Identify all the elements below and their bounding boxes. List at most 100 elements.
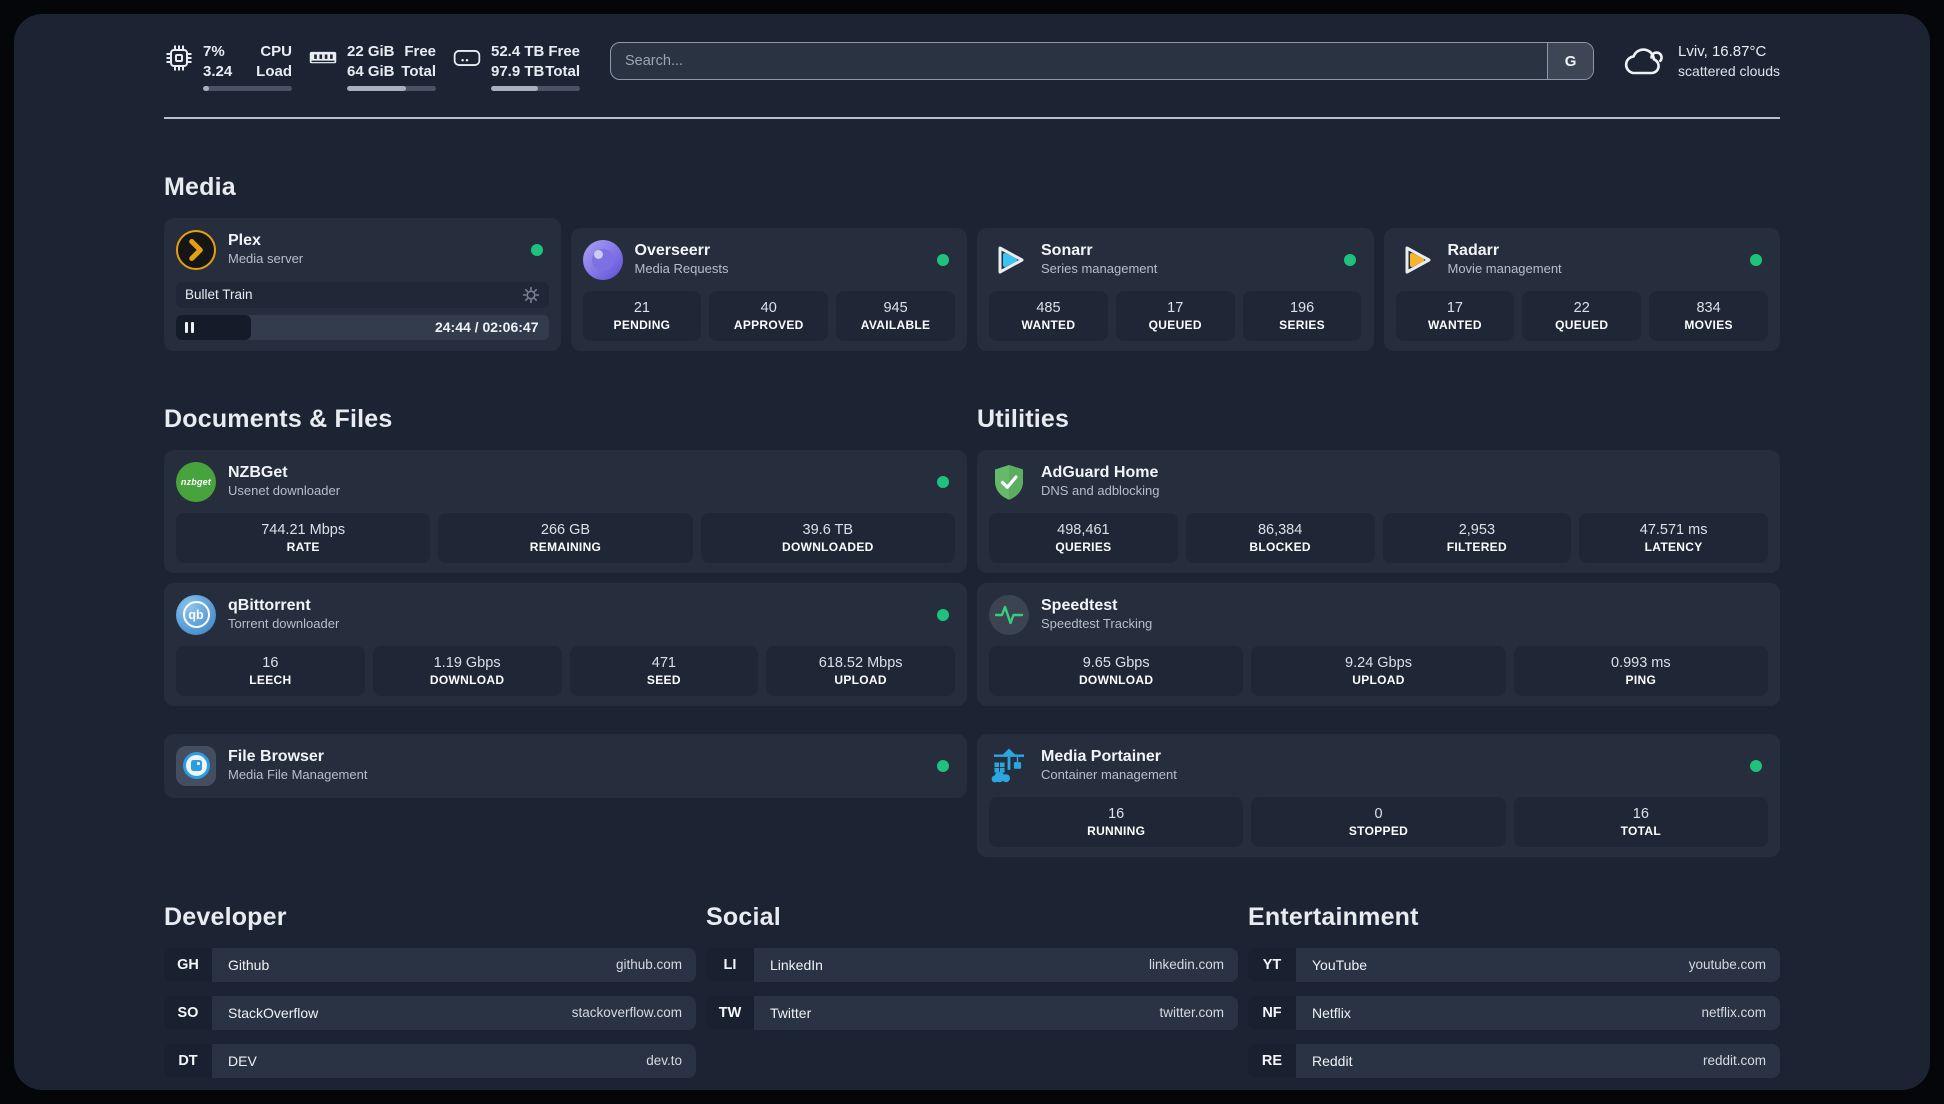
bookmark-twitter[interactable]: TW Twitter twitter.com <box>706 995 1238 1030</box>
bookmark-netflix[interactable]: NF Netflix netflix.com <box>1248 995 1780 1030</box>
speedtest-stats: 9.65 Gbps DOWNLOAD 9.24 Gbps UPLOAD 0.99… <box>989 645 1768 696</box>
status-dot <box>937 475 949 488</box>
bookmark-abbr: YT <box>1248 947 1296 982</box>
bookmark-abbr: SO <box>164 995 212 1030</box>
speedtest-card: Speedtest Speedtest Tracking 9.65 Gbps D… <box>977 582 1780 706</box>
bookmark-name: Reddit <box>1312 1052 1353 1069</box>
app-name: Radarr <box>1447 242 1500 260</box>
stat-label: REMAINING <box>529 539 602 554</box>
sonarr-icon <box>989 240 1029 280</box>
radarr-card: Radarr Movie management 17 WANTED 22 QUE… <box>1383 227 1780 351</box>
weather-widget: Lviv, 16.87°C scattered clouds <box>1620 42 1780 81</box>
stat-box: 9.24 Gbps UPLOAD <box>1251 645 1506 696</box>
plex-card: Plex Media server Bullet Train 24:44 / 0… <box>164 217 561 351</box>
stat-value: 16 <box>1108 805 1125 822</box>
bookmark-youtube[interactable]: YT YouTube youtube.com <box>1248 947 1780 982</box>
disk-label-bottom: Total <box>545 62 580 80</box>
filebrowser-app-link[interactable]: File Browser Media File Management <box>176 742 955 790</box>
overseerr-app-link[interactable]: Overseerr Media Requests <box>582 236 956 284</box>
gear-icon[interactable] <box>522 286 540 304</box>
stat-value: 618.52 Mbps <box>818 654 903 671</box>
radarr-app-link[interactable]: Radarr Movie management <box>1396 236 1769 284</box>
screenshot-frame: 7% 3.24 CPU Load 22 GiB 64 GiB Free Tota… <box>0 0 1944 1104</box>
stat-label: TOTAL <box>1620 823 1662 838</box>
section-title-entertainment: Entertainment <box>1248 902 1419 931</box>
overseerr-icon <box>582 239 623 280</box>
middle-columns: Documents & Files nzbget NZBGet Usenet d… <box>164 351 1780 857</box>
disk-progress-fill <box>491 85 539 91</box>
stat-value: 9.65 Gbps <box>1082 654 1150 671</box>
qbittorrent-stats: 16 LEECH 1.19 Gbps DOWNLOAD 471 SEED 618… <box>176 645 955 696</box>
bookmark-reddit[interactable]: RE Reddit reddit.com <box>1248 1043 1780 1078</box>
stat-value: 39.6 TB <box>802 521 854 538</box>
stat-label: WANTED <box>1021 317 1076 332</box>
bookmark-github[interactable]: GH Github github.com <box>164 947 696 982</box>
media-grid: Plex Media server Bullet Train 24:44 / 0… <box>164 217 1780 351</box>
cpu-icon <box>164 43 194 73</box>
bookmark-linkedin[interactable]: LI LinkedIn linkedin.com <box>706 947 1238 982</box>
stat-box: 0 STOPPED <box>1251 796 1506 847</box>
sonarr-app-link[interactable]: Sonarr Series management <box>989 236 1362 284</box>
stat-value: 471 <box>651 654 676 671</box>
stat-label: RATE <box>286 539 320 554</box>
stat-label: DOWNLOADED <box>781 539 874 554</box>
bookmark-dev[interactable]: DT DEV dev.to <box>164 1043 696 1078</box>
disk-total-value: 97.9 TB <box>491 62 545 80</box>
bookmark-name: YouTube <box>1312 956 1368 973</box>
app-name: Overseerr <box>634 242 711 260</box>
stat-box: 266 GB REMAINING <box>438 512 693 563</box>
bookmark-url: netflix.com <box>1701 1005 1766 1021</box>
bookmark-stackoverflow[interactable]: SO StackOverflow stackoverflow.com <box>164 995 696 1030</box>
section-title-utilities: Utilities <box>977 404 1070 433</box>
stat-label: QUEUED <box>1148 317 1202 332</box>
disk-label-top: Free <box>548 43 580 60</box>
stat-label: MOVIES <box>1684 317 1733 332</box>
ram-icon <box>308 43 338 73</box>
app-name: NZBGet <box>228 464 288 482</box>
stat-box: 196 SERIES <box>1242 290 1362 341</box>
cpu-values: 7% 3.24 <box>203 42 232 82</box>
disk-progress-bar <box>491 85 580 91</box>
utilities-column: Utilities AdGuard Home DNS and adblockin… <box>977 351 1780 857</box>
plex-app-link[interactable]: Plex Media server <box>176 226 549 274</box>
app-name: Sonarr <box>1041 242 1093 260</box>
speedtest-icon <box>989 594 1029 635</box>
qbittorrent-app-link[interactable]: qb qBittorrent Torrent downloader <box>176 591 955 639</box>
stat-value: 40 <box>760 299 777 316</box>
playback-progress-bar[interactable]: 24:44 / 02:06:47 <box>176 314 549 340</box>
cpu-label-top: CPU <box>260 43 292 60</box>
qbittorrent-card: qb qBittorrent Torrent downloader 16 LEE… <box>164 582 967 706</box>
stat-box: 0.993 ms PING <box>1513 645 1768 696</box>
adguard-app-link[interactable]: AdGuard Home DNS and adblocking <box>989 458 1768 506</box>
search-bar: G <box>610 42 1595 80</box>
search-input[interactable] <box>611 43 1548 79</box>
adguard-card: AdGuard Home DNS and adblocking 498,461 … <box>977 449 1780 573</box>
stat-box: 1.19 Gbps DOWNLOAD <box>372 645 562 696</box>
nzbget-app-link[interactable]: nzbget NZBGet Usenet downloader <box>176 458 955 506</box>
search-engine-button[interactable]: G <box>1547 43 1594 79</box>
app-description: Usenet downloader <box>228 483 341 499</box>
bookmark-name: Twitter <box>770 1004 812 1021</box>
stat-value: 485 <box>1036 299 1061 316</box>
stat-value: 2,953 <box>1458 521 1496 538</box>
stat-value: 16 <box>1632 805 1649 822</box>
speedtest-app-link[interactable]: Speedtest Speedtest Tracking <box>989 591 1768 639</box>
portainer-icon <box>989 746 1029 786</box>
portainer-app-link[interactable]: Media Portainer Container management <box>989 742 1768 790</box>
bookmark-url: youtube.com <box>1688 957 1766 973</box>
now-playing-title: Bullet Train <box>185 287 253 303</box>
stat-box: 47.571 ms LATENCY <box>1579 512 1768 563</box>
bookmark-url: stackoverflow.com <box>571 1005 682 1021</box>
app-description: Container management <box>1041 767 1177 783</box>
pause-icon[interactable] <box>185 321 194 333</box>
entertainment-section: Entertainment YT YouTube youtube.com NF … <box>1248 903 1780 1090</box>
stat-box: 498,461 QUERIES <box>989 512 1178 563</box>
cpu-label-bottom: Load <box>256 62 292 80</box>
cpu-load-value: 3.24 <box>203 62 233 80</box>
adguard-icon <box>989 462 1029 502</box>
filebrowser-icon <box>176 745 216 786</box>
plex-icon <box>176 229 216 270</box>
stat-value: 266 GB <box>540 521 591 538</box>
app-description: Series management <box>1041 261 1158 277</box>
sonarr-stats: 485 WANTED 17 QUEUED 196 SERIES <box>989 290 1362 341</box>
